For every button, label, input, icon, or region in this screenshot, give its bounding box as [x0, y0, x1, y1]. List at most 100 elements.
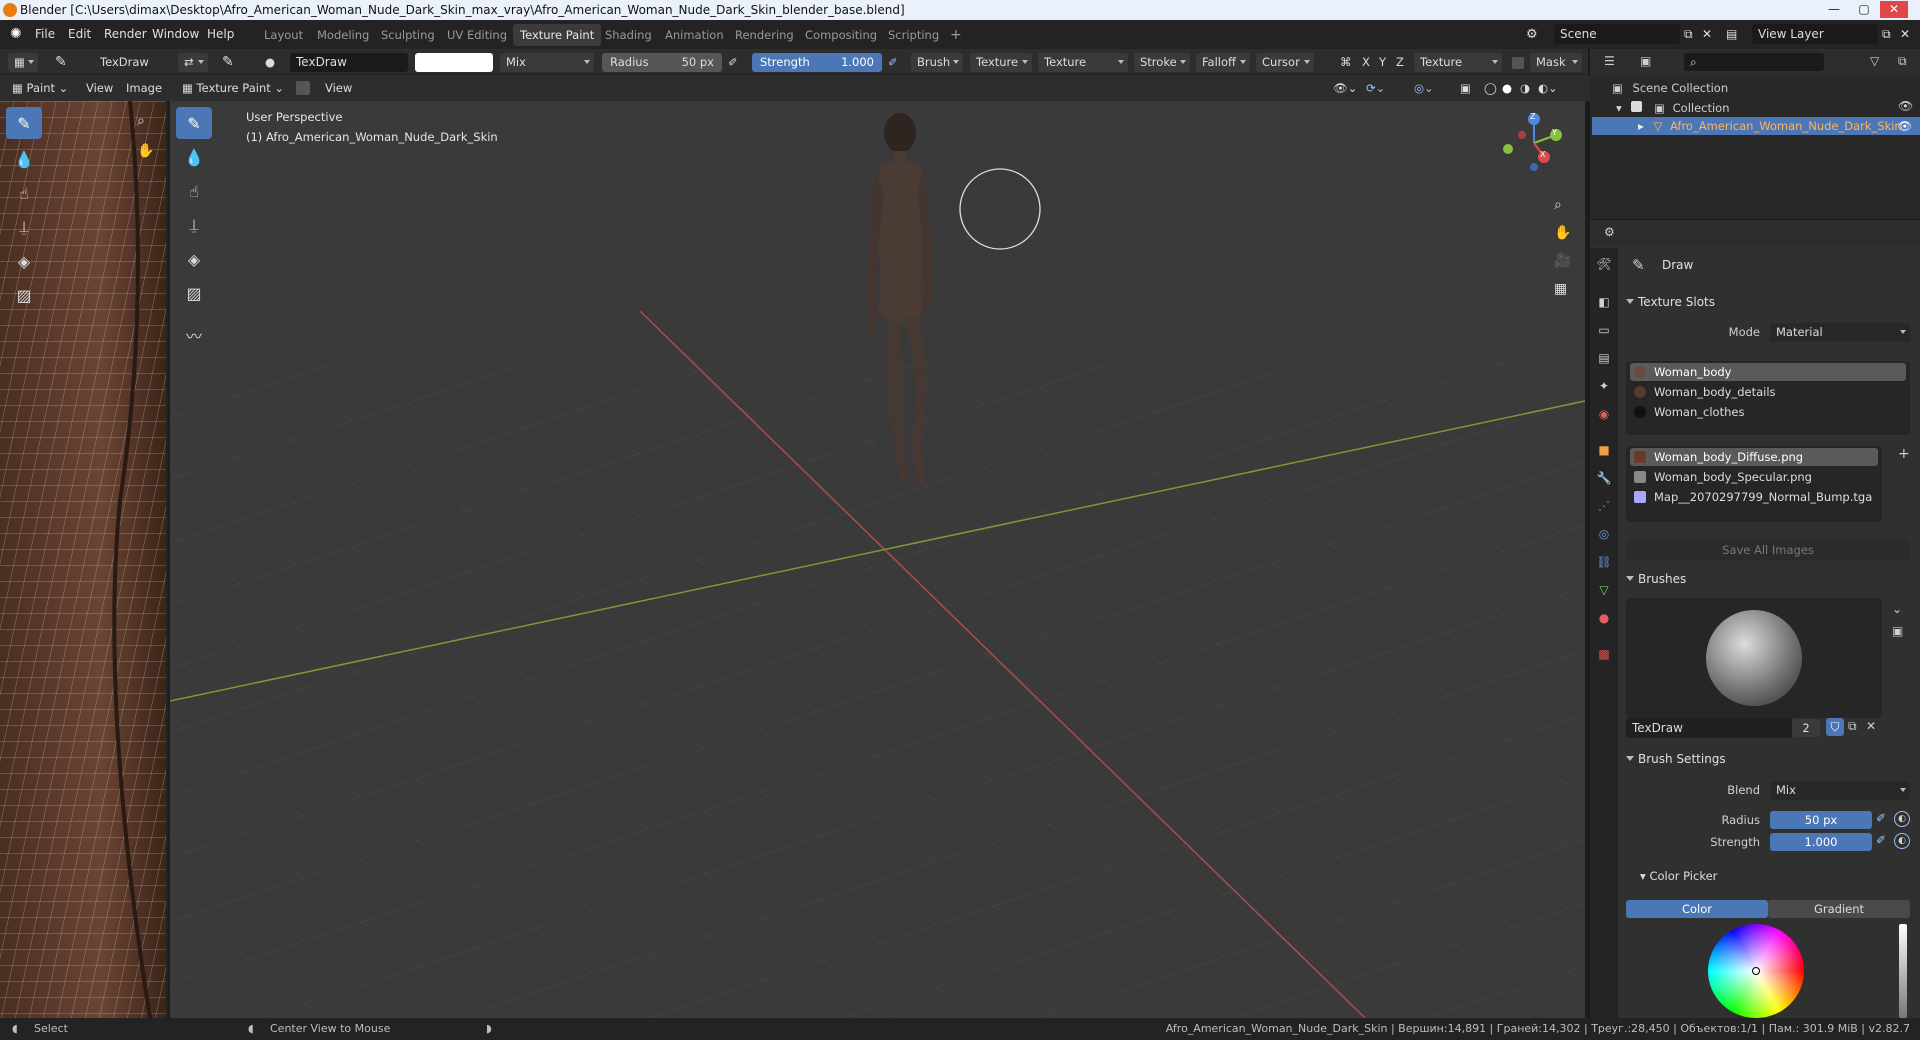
- list-item[interactable]: Woman_body_Specular.png: [1630, 468, 1878, 486]
- expand-arrow-icon[interactable]: ▸: [1638, 119, 1644, 133]
- radius-pressure-icon[interactable]: ✐: [1876, 811, 1886, 825]
- editor-type-icon[interactable]: ▦: [8, 53, 38, 72]
- tab-layout[interactable]: Layout: [257, 24, 310, 46]
- tab-uv-editing[interactable]: UV Editing: [440, 24, 514, 46]
- data-tab-icon[interactable]: ▽: [1596, 582, 1612, 598]
- menu-render[interactable]: Render: [104, 20, 147, 49]
- maximize-button[interactable]: ▢: [1850, 1, 1878, 18]
- brush-preview-box[interactable]: [1626, 598, 1882, 718]
- tab-scripting[interactable]: Scripting: [881, 24, 946, 46]
- mask-tool-icon[interactable]: ▨: [6, 279, 42, 311]
- collection-checkbox[interactable]: [1631, 101, 1643, 112]
- blend-dropdown[interactable]: Mix: [1770, 781, 1910, 800]
- image-editor-image-menu[interactable]: Image: [126, 79, 162, 98]
- scene-selector[interactable]: Scene: [1554, 24, 1680, 44]
- list-item[interactable]: Woman_clothes: [1630, 403, 1906, 421]
- strength-pressure-icon[interactable]: ✐: [1876, 833, 1886, 847]
- brush-dropdown-icon[interactable]: ⌄: [1892, 602, 1902, 616]
- overlay-toggle-icon[interactable]: ◎⌄: [1414, 79, 1434, 98]
- fake-user-shield-icon[interactable]: ⛉: [1826, 718, 1844, 736]
- filter-icon[interactable]: ▽: [1870, 54, 1879, 68]
- clone-tool-icon[interactable]: ⍊: [6, 211, 42, 243]
- wireframe-shading-icon[interactable]: ◯: [1484, 79, 1497, 98]
- brush-short-name[interactable]: TexDraw: [100, 53, 149, 72]
- brush-settings-section-header[interactable]: Brush Settings: [1622, 748, 1726, 770]
- symmetry-y[interactable]: Y: [1379, 53, 1386, 72]
- outliner-editor-type-icon[interactable]: ☰: [1604, 54, 1615, 68]
- mode-dropdown[interactable]: Material: [1770, 323, 1910, 342]
- menu-cursor[interactable]: Cursor: [1256, 53, 1314, 72]
- fill-tool-icon[interactable]: ◈: [176, 243, 212, 275]
- view-layer-tab-icon[interactable]: ▤: [1596, 350, 1612, 366]
- new-scene-icon[interactable]: ⧉: [1684, 20, 1693, 49]
- brushes-section-header[interactable]: Brushes: [1622, 568, 1686, 590]
- material-tab-icon[interactable]: ●: [1596, 610, 1612, 626]
- brush-name-input[interactable]: TexDraw: [1626, 718, 1792, 738]
- annotate-tool-icon[interactable]: 〰: [176, 319, 212, 351]
- list-item[interactable]: Woman_body_details: [1630, 383, 1906, 401]
- smear-tool-icon[interactable]: ☝: [176, 175, 212, 207]
- add-workspace-button[interactable]: +: [943, 24, 969, 46]
- mask-tool-icon[interactable]: ▨: [176, 277, 212, 309]
- menu-texture-mask[interactable]: Texture Mask: [1038, 53, 1128, 88]
- viewport-view-menu[interactable]: View: [325, 79, 352, 98]
- color-picker-subpanel-header[interactable]: ▾ Color Picker: [1640, 869, 1717, 883]
- smear-tool-icon[interactable]: ☝: [6, 177, 42, 209]
- menu-falloff[interactable]: Falloff: [1196, 53, 1250, 72]
- 3d-viewport[interactable]: ✎ 💧 ☝ ⍊ ◈ ▨ 〰 User Perspective (1) Afro_…: [170, 101, 1585, 1018]
- paint-mask-toggle[interactable]: [296, 81, 310, 95]
- texture-tab-icon[interactable]: ▩: [1596, 646, 1612, 662]
- particles-tab-icon[interactable]: ⋰: [1596, 498, 1612, 514]
- close-button[interactable]: ✕: [1880, 1, 1908, 18]
- active-brush-icon[interactable]: ✎: [222, 53, 234, 72]
- add-texture-slot-button[interactable]: +: [1898, 446, 1910, 462]
- paint-mode-dropdown[interactable]: ▦ Paint ⌄: [12, 79, 68, 98]
- paint-mode-icon[interactable]: ⇄: [178, 53, 208, 72]
- physics-tab-icon[interactable]: ◎: [1596, 526, 1612, 542]
- delete-scene-icon[interactable]: ✕: [1702, 20, 1712, 49]
- viewport-mode-dropdown[interactable]: ▦ Texture Paint ⌄: [182, 79, 284, 98]
- gradient-tab[interactable]: Gradient: [1768, 900, 1910, 918]
- ortho-toggle-icon[interactable]: ▦: [1554, 281, 1567, 297]
- render-tab-icon[interactable]: ◧: [1596, 294, 1612, 310]
- strength-pressure-icon[interactable]: ✐: [888, 53, 898, 72]
- mask-dropdown[interactable]: Mask: [1530, 53, 1582, 72]
- camera-view-icon[interactable]: 🎥: [1554, 253, 1571, 269]
- brush-users-count[interactable]: 2: [1792, 719, 1820, 737]
- radius-unit-icon[interactable]: ◐: [1894, 811, 1910, 827]
- pan-hand-icon[interactable]: ✋: [137, 143, 154, 159]
- symmetry-x[interactable]: X: [1362, 53, 1370, 72]
- object-tab-icon[interactable]: ■: [1596, 442, 1612, 458]
- tool-tab-icon[interactable]: 🛠: [1596, 256, 1612, 272]
- strength-field[interactable]: Strength 1.000: [752, 53, 882, 72]
- outliner-object-row[interactable]: ▸ ▽ Afro_American_Woman_Nude_Dark_Skin 👁: [1592, 117, 1920, 135]
- menu-edit[interactable]: Edit: [68, 20, 91, 49]
- list-item[interactable]: Map__2070297799_Normal_Bump.tga: [1630, 488, 1878, 506]
- radius-value-field[interactable]: 50 px: [1770, 811, 1872, 829]
- pan-hand-icon[interactable]: ✋: [1554, 225, 1571, 241]
- outliner-collection[interactable]: ▾ ▣ Collection: [1616, 99, 1730, 117]
- properties-editor-type-icon[interactable]: ⚙: [1604, 225, 1615, 239]
- display-mode-icon[interactable]: ▣: [1640, 54, 1651, 68]
- menu-brush[interactable]: Brush: [911, 53, 963, 72]
- menu-stroke[interactable]: Stroke: [1134, 53, 1190, 72]
- color-tab[interactable]: Color: [1626, 900, 1768, 918]
- symmetry-z[interactable]: Z: [1396, 53, 1404, 72]
- brush-image-icon[interactable]: ▣: [1892, 624, 1903, 638]
- object-visibility-eye-icon[interactable]: 👁: [1897, 117, 1912, 135]
- delete-view-layer-icon[interactable]: ✕: [1900, 20, 1910, 49]
- symmetry-icon[interactable]: ⌘: [1340, 53, 1352, 72]
- tab-shading[interactable]: Shading: [598, 24, 659, 46]
- outliner-search-input[interactable]: ⌕: [1684, 53, 1824, 71]
- draw-tool-icon[interactable]: ✎: [176, 107, 212, 139]
- xray-toggle-icon[interactable]: ▣: [1460, 79, 1471, 98]
- zoom-icon[interactable]: ⌕: [137, 113, 145, 129]
- blender-menu-icon[interactable]: ✺: [10, 20, 22, 49]
- mask-checkbox[interactable]: [1512, 57, 1524, 69]
- radius-field[interactable]: Radius 50 px: [602, 53, 722, 72]
- image-editor-view-menu[interactable]: View: [86, 79, 113, 98]
- menu-window[interactable]: Window: [152, 20, 199, 49]
- output-tab-icon[interactable]: ▭: [1596, 322, 1612, 338]
- scene-tab-icon[interactable]: ✦: [1596, 378, 1612, 394]
- solid-shading-icon[interactable]: ●: [1502, 79, 1512, 98]
